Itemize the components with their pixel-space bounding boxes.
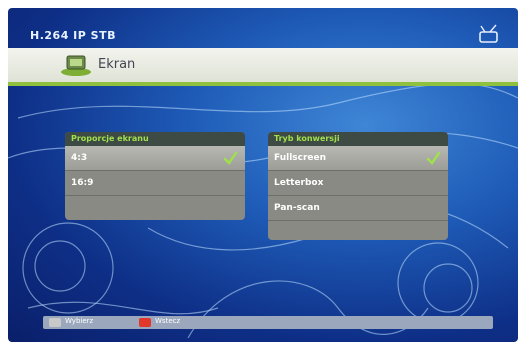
checkmark-icon bbox=[426, 151, 440, 165]
screen-settings-icon bbox=[61, 55, 91, 76]
aspect-option-4-3[interactable]: 4:3 bbox=[65, 146, 245, 171]
stb-screen: H.264 IP STB Ekran Proporcje ekranu 4:3 … bbox=[8, 8, 518, 342]
aspect-ratio-panel: Proporcje ekranu 4:3 16:9 bbox=[65, 132, 245, 220]
option-label: Letterbox bbox=[274, 178, 324, 188]
conversion-option-fullscreen[interactable]: Fullscreen bbox=[268, 146, 448, 171]
option-label: Fullscreen bbox=[274, 153, 327, 163]
footer-bar: Wybierz Wstecz bbox=[43, 316, 493, 329]
footer-back-label[interactable]: Wstecz bbox=[155, 317, 180, 325]
aspect-ratio-title: Proporcje ekranu bbox=[65, 132, 245, 146]
conversion-mode-panel: Tryb konwersji Fullscreen Letterbox Pan-… bbox=[268, 132, 448, 240]
top-bar: H.264 IP STB bbox=[8, 8, 518, 50]
tv-antenna-icon bbox=[479, 24, 498, 43]
brand-label: H.264 IP STB bbox=[30, 29, 116, 42]
ok-key-icon bbox=[49, 318, 61, 327]
page-title: Ekran bbox=[98, 57, 136, 72]
option-label: 16:9 bbox=[71, 178, 94, 188]
conversion-option-pan-scan[interactable]: Pan-scan bbox=[268, 196, 448, 221]
page-header: Ekran bbox=[8, 48, 518, 86]
aspect-option-16-9[interactable]: 16:9 bbox=[65, 171, 245, 196]
option-label: 4:3 bbox=[71, 153, 88, 163]
conversion-mode-title: Tryb konwersji bbox=[268, 132, 448, 146]
footer-select-label[interactable]: Wybierz bbox=[65, 317, 93, 325]
option-label: Pan-scan bbox=[274, 203, 320, 213]
red-key-icon bbox=[139, 318, 151, 327]
checkmark-icon bbox=[223, 151, 237, 165]
conversion-option-letterbox[interactable]: Letterbox bbox=[268, 171, 448, 196]
